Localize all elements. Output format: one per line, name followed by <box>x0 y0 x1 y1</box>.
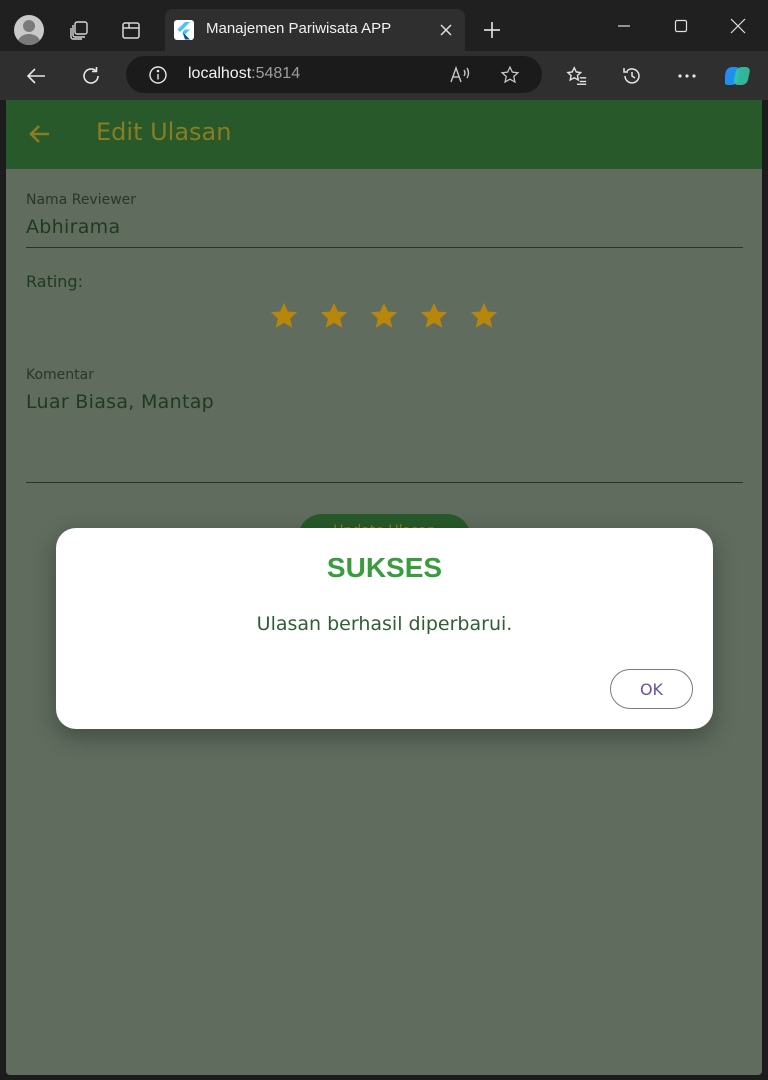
dialog-title: SUKSES <box>326 552 443 583</box>
address-bar[interactable]: localhost:54814 <box>126 56 542 93</box>
reviewer-underline <box>26 247 743 248</box>
arrow-left-icon[interactable] <box>26 120 54 148</box>
minimize-icon[interactable] <box>612 14 636 38</box>
reviewer-name-field[interactable]: Abhirama <box>26 216 120 238</box>
rating-label: Rating: <box>26 272 83 291</box>
comment-field[interactable]: Luar Biasa, Mantap <box>26 391 214 413</box>
more-icon[interactable] <box>674 63 700 89</box>
flutter-logo-icon <box>174 20 194 40</box>
comment-underline <box>26 482 743 483</box>
url-text: localhost:54814 <box>188 65 300 83</box>
favorite-star-icon[interactable] <box>498 63 522 87</box>
close-icon[interactable] <box>435 19 457 41</box>
ok-button-label: OK <box>639 679 664 699</box>
maximize-icon[interactable] <box>669 14 693 38</box>
profile-avatar[interactable] <box>14 15 44 45</box>
copilot-icon[interactable] <box>724 60 756 92</box>
page-title: Edit Ulasan <box>96 118 232 146</box>
reviewer-label: Nama Reviewer <box>26 192 137 208</box>
avatar-head <box>23 20 35 32</box>
read-aloud-icon[interactable] <box>448 63 472 87</box>
url-host: localhost <box>188 65 252 82</box>
tab-title: Manajemen Pariwisata APP <box>206 20 392 37</box>
browser-tab-bar: Manajemen Pariwisata APP <box>0 0 768 51</box>
ok-button[interactable]: OK <box>610 669 693 709</box>
history-icon[interactable] <box>619 63 645 89</box>
app-bar: Edit Ulasan <box>6 100 762 169</box>
star-icon[interactable] <box>268 300 300 332</box>
info-icon[interactable] <box>146 63 170 87</box>
refresh-icon[interactable] <box>78 63 104 89</box>
browser-toolbar: localhost:54814 <box>0 51 768 100</box>
dialog-message: Ulasan berhasil diperbarui. <box>256 613 513 635</box>
url-port: :54814 <box>251 65 301 82</box>
star-icon[interactable] <box>318 300 350 332</box>
tab-actions-icon[interactable] <box>118 17 144 43</box>
comment-label: Komentar <box>26 367 94 383</box>
rating-stars <box>268 300 500 332</box>
active-tab[interactable]: Manajemen Pariwisata APP <box>165 9 465 51</box>
star-icon[interactable] <box>418 300 450 332</box>
window-close-icon[interactable] <box>726 14 750 38</box>
success-dialog: SUKSES Ulasan berhasil diperbarui. OK <box>56 528 713 729</box>
new-tab-icon[interactable] <box>480 18 504 42</box>
star-icon[interactable] <box>468 300 500 332</box>
star-icon[interactable] <box>368 300 400 332</box>
avatar-shoulders <box>18 34 40 45</box>
workspaces-icon[interactable] <box>66 17 92 43</box>
back-icon[interactable] <box>23 63 49 89</box>
favorites-icon[interactable] <box>564 63 590 89</box>
